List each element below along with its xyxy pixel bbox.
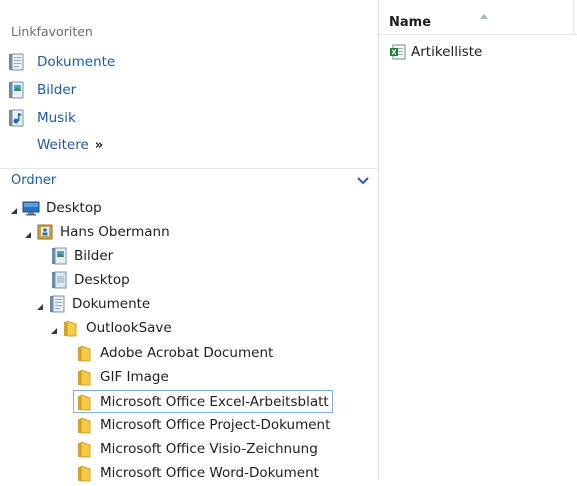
pictures-library-icon (50, 247, 68, 265)
favorite-item-musik[interactable]: Musik (8, 107, 76, 129)
favorite-label: Dokumente (37, 54, 116, 70)
tree-item-visio-zeichnung[interactable]: Microsoft Office Visio-Zeichnung (76, 438, 318, 460)
column-header-name[interactable]: Name (379, 0, 577, 35)
tree-item-label: GIF Image (100, 369, 169, 385)
tree-item-label: Hans Obermann (60, 224, 170, 240)
tree-item-label: Desktop (74, 272, 130, 288)
tree-item-hans-obermann[interactable]: Hans Obermann (24, 221, 170, 243)
documents-library-icon (48, 295, 66, 313)
file-item-artikelliste[interactable]: X Artikelliste (389, 42, 482, 62)
pictures-library-icon (8, 81, 24, 99)
tree-item-desktop-library[interactable]: Desktop (50, 269, 130, 291)
folder-icon (76, 416, 94, 434)
tree-item-bilder[interactable]: Bilder (50, 245, 113, 267)
tree-item-outlooksave[interactable]: OutlookSave (50, 317, 172, 339)
user-folder-icon (36, 223, 54, 241)
file-list-pane: Name X Artikelliste (379, 0, 577, 480)
expanded-triangle-icon[interactable] (10, 204, 18, 214)
favorite-item-dokumente[interactable]: Dokumente (8, 51, 115, 73)
tree-item-label: Microsoft Office Excel-Arbeitsblatt (100, 393, 329, 410)
favorites-title: Linkfavoriten (11, 24, 93, 39)
column-header-label: Name (389, 15, 432, 30)
desktop-library-icon (50, 271, 68, 289)
tree-item-label: OutlookSave (86, 320, 172, 336)
tree-item-label: Dokumente (72, 296, 151, 312)
expanded-triangle-icon[interactable] (36, 300, 44, 310)
desktop-icon (22, 199, 40, 217)
tree-item-adobe-acrobat-document[interactable]: Adobe Acrobat Document (76, 342, 273, 364)
folders-title: Ordner (11, 173, 57, 188)
file-item-label: Artikelliste (411, 44, 483, 60)
folders-header[interactable]: Ordner (0, 168, 378, 195)
favorite-label: Bilder (37, 82, 77, 98)
more-favorites-link[interactable]: Weitere » (37, 137, 103, 153)
folder-icon (76, 464, 94, 482)
documents-library-icon (8, 53, 24, 71)
folder-icon (76, 344, 94, 362)
expanded-triangle-icon[interactable] (24, 228, 32, 238)
folder-icon (76, 368, 94, 386)
tree-item-word-dokument[interactable]: Microsoft Office Word-Dokument (76, 462, 319, 484)
tree-item-label: Microsoft Office Project-Dokument (100, 417, 331, 433)
sort-ascending-icon (480, 8, 488, 19)
double-chevron-icon: » (94, 137, 104, 153)
tree-item-project-dokument[interactable]: Microsoft Office Project-Dokument (76, 414, 330, 436)
svg-text:X: X (391, 49, 397, 57)
favorite-label: Musik (37, 110, 76, 126)
tree-item-label: Microsoft Office Visio-Zeichnung (100, 441, 318, 457)
favorite-item-bilder[interactable]: Bilder (8, 79, 76, 101)
expanded-triangle-icon[interactable] (50, 324, 58, 334)
chevron-down-icon[interactable] (355, 173, 371, 189)
tree-item-excel-arbeitsblatt[interactable]: Microsoft Office Excel-Arbeitsblatt (73, 390, 333, 413)
tree-item-label: Microsoft Office Word-Dokument (100, 465, 319, 481)
tree-item-gif-image[interactable]: GIF Image (76, 366, 169, 388)
tree-item-dokumente[interactable]: Dokumente (36, 293, 150, 315)
folder-icon (62, 319, 80, 337)
tree-item-desktop[interactable]: Desktop (10, 197, 102, 219)
excel-file-icon: X (389, 43, 407, 61)
more-label: Weitere (37, 137, 89, 153)
tree-item-label: Bilder (74, 248, 114, 264)
column-resize-handle[interactable] (573, 0, 574, 34)
folder-icon (76, 440, 94, 458)
folder-icon (76, 393, 94, 411)
music-library-icon (8, 109, 24, 127)
navigation-pane: Linkfavoriten Dokumente Bilder Musik Wei… (0, 0, 380, 482)
tree-item-label: Adobe Acrobat Document (100, 345, 274, 361)
tree-item-label: Desktop (46, 200, 102, 216)
